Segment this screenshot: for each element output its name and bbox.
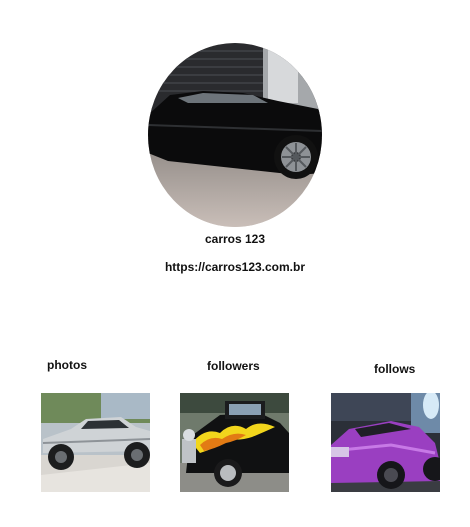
purple-muscle-car-photo [331, 393, 440, 492]
followers-thumbnail[interactable] [180, 393, 289, 492]
photos-thumbnail[interactable] [41, 393, 150, 492]
profile-name: carros 123 [204, 232, 266, 246]
followers-label[interactable]: followers [207, 359, 260, 373]
follows-label[interactable]: follows [374, 362, 415, 376]
black-hot-rod-with-flames-photo [180, 393, 289, 492]
silver-lifted-muscle-car-photo [41, 393, 150, 492]
photos-label[interactable]: photos [47, 358, 87, 372]
profile-avatar[interactable] [148, 43, 322, 227]
follows-thumbnail[interactable] [331, 393, 440, 492]
profile-url-link[interactable]: https://carros123.com.br [0, 260, 470, 274]
black-classic-car-photo [148, 43, 322, 227]
